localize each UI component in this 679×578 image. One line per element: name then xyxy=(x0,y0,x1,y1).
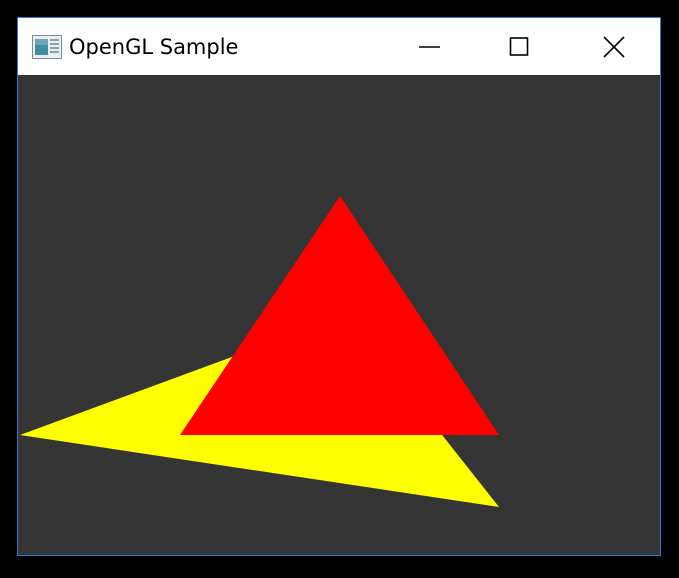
maximize-button[interactable] xyxy=(473,18,565,75)
window-app-icon[interactable] xyxy=(32,35,62,59)
red-triangle xyxy=(180,196,499,435)
title-bar[interactable]: OpenGL Sample xyxy=(18,18,660,75)
close-button[interactable] xyxy=(567,18,659,75)
rendered-scene xyxy=(20,196,499,507)
minimize-button[interactable] xyxy=(383,18,475,75)
minimize-icon xyxy=(419,46,440,48)
maximize-icon xyxy=(509,37,529,56)
app-window: OpenGL Sample xyxy=(17,17,661,556)
close-icon xyxy=(603,36,625,58)
window-title: OpenGL Sample xyxy=(69,35,239,59)
opengl-viewport[interactable] xyxy=(18,75,660,555)
